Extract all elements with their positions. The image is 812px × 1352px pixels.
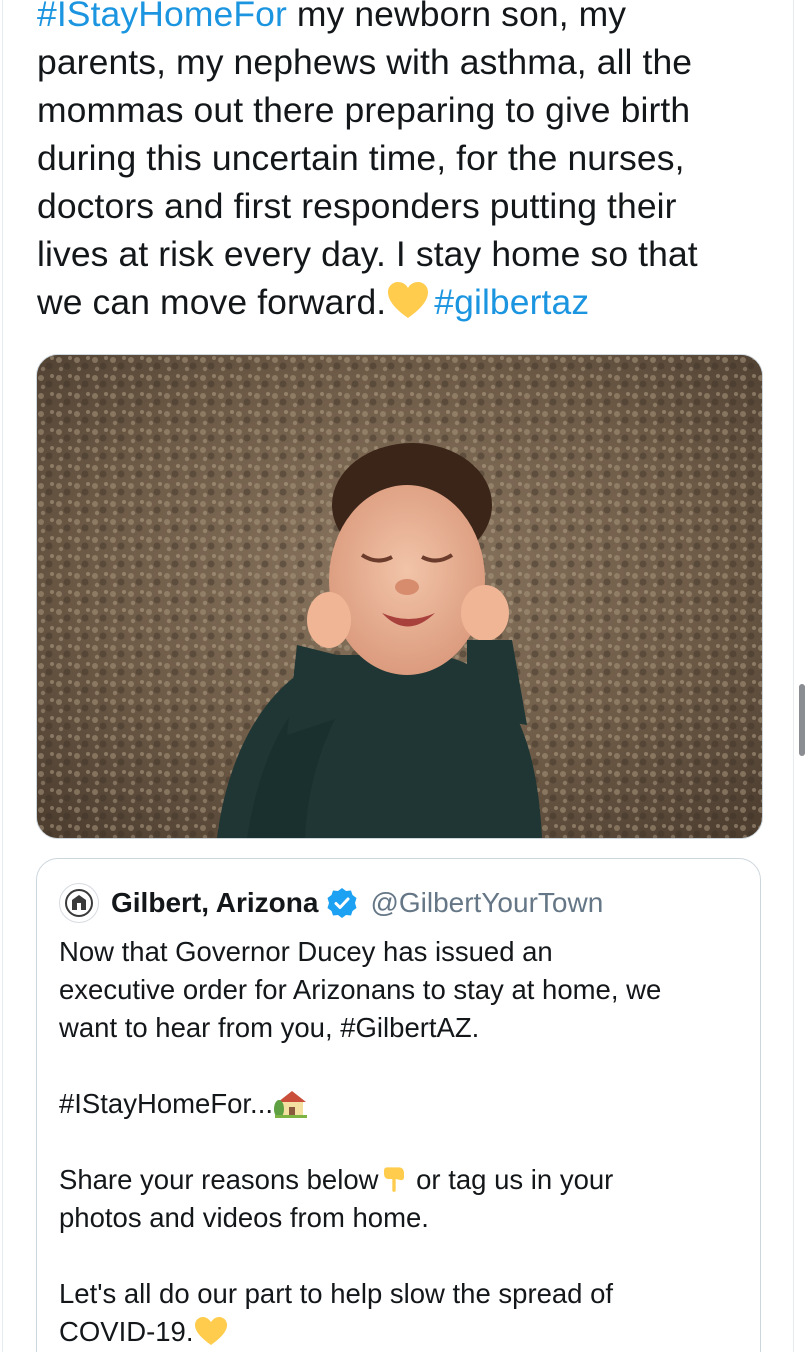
tweet-text-line-5: doctors and first responders putting the… [37,186,677,226]
quoted-author-handle[interactable]: @GilbertYourTown [370,887,603,919]
quoted-tweet-header: Gilbert, Arizona @GilbertYourTown [59,881,603,925]
scrollbar-thumb[interactable] [799,684,805,756]
left-divider [2,0,3,1352]
town-seal-avatar-icon[interactable] [59,883,99,923]
newborn-baby-photo [37,355,762,838]
right-divider [793,0,794,1352]
quote-p3-line-1-end: or tag us in your [408,1164,614,1195]
quoted-author-name[interactable]: Gilbert, Arizona [111,887,318,919]
tweet-text-line-4: during this uncertain time, for the nurs… [37,138,685,178]
quote-p3-line-2: photos and videos from home. [59,1202,429,1233]
tweet-text-line-6: lives at risk every day. I stay home so … [37,234,698,274]
yellow-heart-icon [195,1317,228,1345]
verified-badge-icon [327,888,357,918]
quote-p2: #IStayHomeFor... [59,1088,273,1119]
quote-p1-line-2: executive order for Arizonans to stay at… [59,974,662,1005]
quote-p4-line-1: Let's all do our part to help slow the s… [59,1278,614,1309]
tweet-text-line-2: parents, my nephews with asthma, all the [37,42,693,82]
hashtag-link-istayhomefor[interactable]: #IStayHomeFor [37,0,287,34]
quote-p1-line-1: Now that Governor Ducey has issued an [59,936,553,967]
house-with-garden-icon [273,1091,307,1118]
quoted-tweet-card[interactable]: Gilbert, Arizona @GilbertYourTown Now th… [36,858,761,1352]
tweet-text-line-7: we can move forward. [37,282,387,322]
tweet-detail-view: #IStayHomeFor my newborn son, my parents… [0,0,812,1352]
quote-p1-line-3: want to hear from you, #GilbertAZ. [59,1012,480,1043]
tweet-text: #IStayHomeFor my newborn son, my parents… [37,0,772,326]
yellow-heart-icon [388,282,429,318]
tweet-text-line-3: mommas out there preparing to give birth [37,90,691,130]
tweet-text-line-1: my newborn son, my [286,0,627,34]
quoted-tweet-text: Now that Governor Ducey has issued an ex… [59,933,749,1351]
tweet-photo[interactable] [36,354,763,839]
pointing-down-icon [383,1167,404,1192]
quote-p3-line-1-start: Share your reasons below [59,1164,379,1195]
quote-p4-line-2: COVID-19. [59,1316,194,1347]
hashtag-link-gilbertaz[interactable]: #gilbertaz [434,282,589,322]
